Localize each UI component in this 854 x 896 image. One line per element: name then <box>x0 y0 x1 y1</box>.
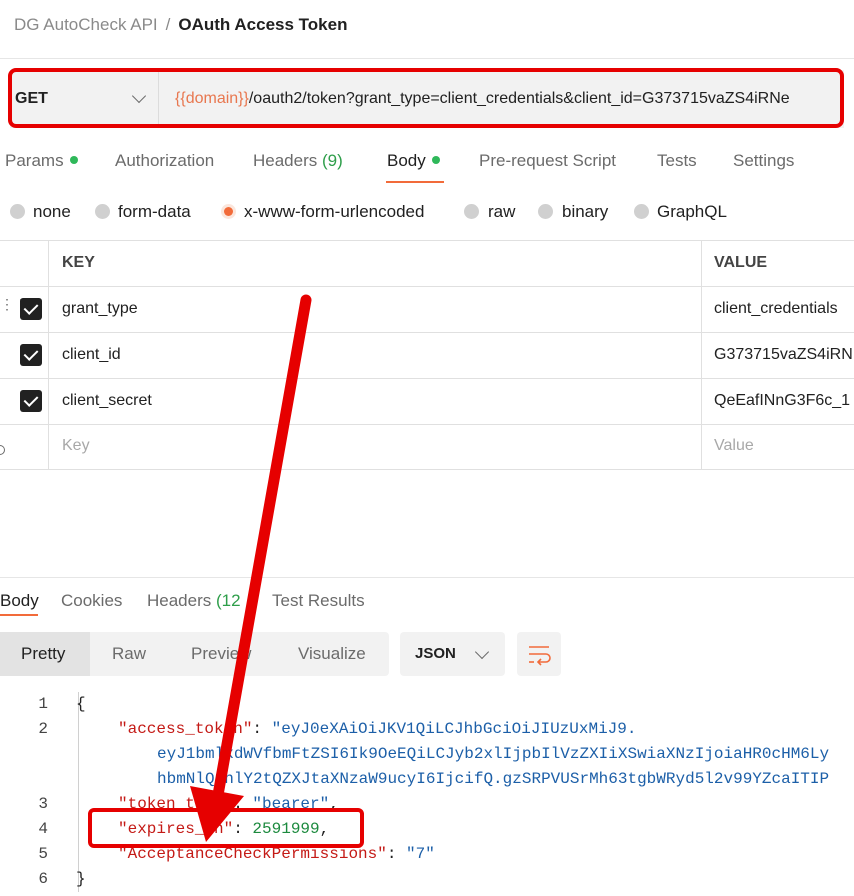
response-divider <box>0 577 854 578</box>
method-select[interactable]: GET <box>10 70 158 128</box>
radio-binary[interactable] <box>538 204 553 219</box>
line-number: 5 <box>38 845 48 863</box>
table-border <box>0 378 854 379</box>
format-label: JSON <box>415 645 456 662</box>
table-column-divider <box>701 240 702 469</box>
row-checkbox-client-id[interactable] <box>20 344 42 366</box>
response-tab-test-results[interactable]: Test Results <box>272 591 365 611</box>
response-tab-headers[interactable]: Headers (12 <box>147 591 241 611</box>
radio-label-raw[interactable]: raw <box>488 202 515 222</box>
chevron-down-icon <box>131 88 147 104</box>
code-gutter-line <box>78 692 79 892</box>
line-number: 3 <box>38 795 48 813</box>
radio-label-graphql[interactable]: GraphQL <box>657 202 727 222</box>
method-label: GET <box>15 90 48 107</box>
tab-authorization[interactable]: Authorization <box>115 151 214 171</box>
tab-params[interactable]: Params <box>5 151 78 171</box>
breadcrumb-separator: / <box>165 15 171 34</box>
param-key-client-secret[interactable]: client_secret <box>62 392 682 410</box>
json-line-access-token-cont: eyJ1bmlxdWVfbmFtZSI6Ik9OeEQiLCJyb2xlIjpb… <box>157 745 830 763</box>
radio-label-x-www-form-urlencoded[interactable]: x-www-form-urlencoded <box>244 202 424 222</box>
tab-headers[interactable]: Headers (9) <box>253 151 343 171</box>
url-variable: {{domain}} <box>175 90 249 107</box>
url-input[interactable]: {{domain}}/oauth2/token?grant_type=clien… <box>175 70 841 128</box>
view-mode-raw[interactable]: Raw <box>112 644 146 664</box>
table-column-divider <box>48 240 49 469</box>
tab-pre-request-script[interactable]: Pre-request Script <box>479 151 616 171</box>
breadcrumb-request[interactable]: OAuth Access Token <box>178 15 347 34</box>
method-divider <box>158 70 159 128</box>
wrap-lines-icon <box>529 646 551 666</box>
radio-label-binary[interactable]: binary <box>562 202 608 222</box>
format-select[interactable]: JSON <box>400 632 505 676</box>
table-border <box>0 286 854 287</box>
radio-raw[interactable] <box>464 204 479 219</box>
json-close-brace: } <box>76 870 86 888</box>
breadcrumb-collection[interactable]: DG AutoCheck API <box>14 15 158 34</box>
row-checkbox-grant-type[interactable] <box>20 298 42 320</box>
tab-settings[interactable]: Settings <box>733 151 794 171</box>
json-line-access-token-cont: hbmNlQ2hlY2tQZXJtaXNzaW9ucyI6IjcifQ.gzSR… <box>157 770 830 788</box>
table-header-key: KEY <box>62 254 95 271</box>
breadcrumb: DG AutoCheck API / OAuth Access Token <box>14 15 347 35</box>
param-value-client-id[interactable]: G373715vaZS4iRN <box>714 346 854 364</box>
param-key-client-id[interactable]: client_id <box>62 346 682 364</box>
radio-none[interactable] <box>10 204 25 219</box>
response-active-tab-indicator <box>0 614 38 616</box>
params-indicator-dot <box>69 155 78 164</box>
table-border <box>0 332 854 333</box>
radio-form-data[interactable] <box>95 204 110 219</box>
tab-tests[interactable]: Tests <box>657 151 697 171</box>
line-number: 4 <box>38 820 48 838</box>
line-number: 6 <box>38 870 48 888</box>
active-tab-indicator <box>386 181 444 183</box>
row-icon <box>0 445 5 455</box>
line-number: 2 <box>38 720 48 738</box>
url-path: /oauth2/token?grant_type=client_credenti… <box>248 90 790 107</box>
json-line-access-token: "access_token": "eyJ0eXAiOiJKV1QiLCJhbGc… <box>118 720 637 738</box>
new-value-input[interactable]: Value <box>714 437 854 455</box>
json-open-brace: { <box>76 695 86 713</box>
param-value-client-secret[interactable]: QeEafINnG3F6c_1 <box>714 392 854 410</box>
radio-label-none[interactable]: none <box>33 202 71 222</box>
response-tab-body[interactable]: Body <box>0 591 39 611</box>
radio-label-form-data[interactable]: form-data <box>118 202 191 222</box>
wrap-lines-button[interactable] <box>517 632 561 676</box>
view-mode-preview[interactable]: Preview <box>191 644 251 664</box>
chevron-down-icon <box>474 644 490 660</box>
annotation-highlight-expires <box>88 808 364 848</box>
view-mode-pretty[interactable]: Pretty <box>21 644 65 664</box>
headers-count: (9) <box>322 151 343 170</box>
new-key-input[interactable]: Key <box>62 437 682 455</box>
table-border <box>0 240 854 241</box>
request-bar: GET {{domain}}/oauth2/token?grant_type=c… <box>10 70 844 128</box>
radio-x-www-form-urlencoded[interactable] <box>221 204 236 219</box>
table-border <box>0 469 854 470</box>
header-divider <box>0 58 854 59</box>
row-checkbox-client-secret[interactable] <box>20 390 42 412</box>
radio-graphql[interactable] <box>634 204 649 219</box>
body-indicator-dot <box>431 155 440 164</box>
param-value-grant-type[interactable]: client_credentials <box>714 300 854 318</box>
view-mode-visualize[interactable]: Visualize <box>298 644 366 664</box>
table-border <box>0 424 854 425</box>
param-key-grant-type[interactable]: grant_type <box>62 300 682 318</box>
response-headers-count: (12 <box>216 591 241 610</box>
tab-body[interactable]: Body <box>387 151 440 171</box>
table-header-value: VALUE <box>714 254 768 271</box>
line-number: 1 <box>38 695 48 713</box>
response-tab-cookies[interactable]: Cookies <box>61 591 122 611</box>
